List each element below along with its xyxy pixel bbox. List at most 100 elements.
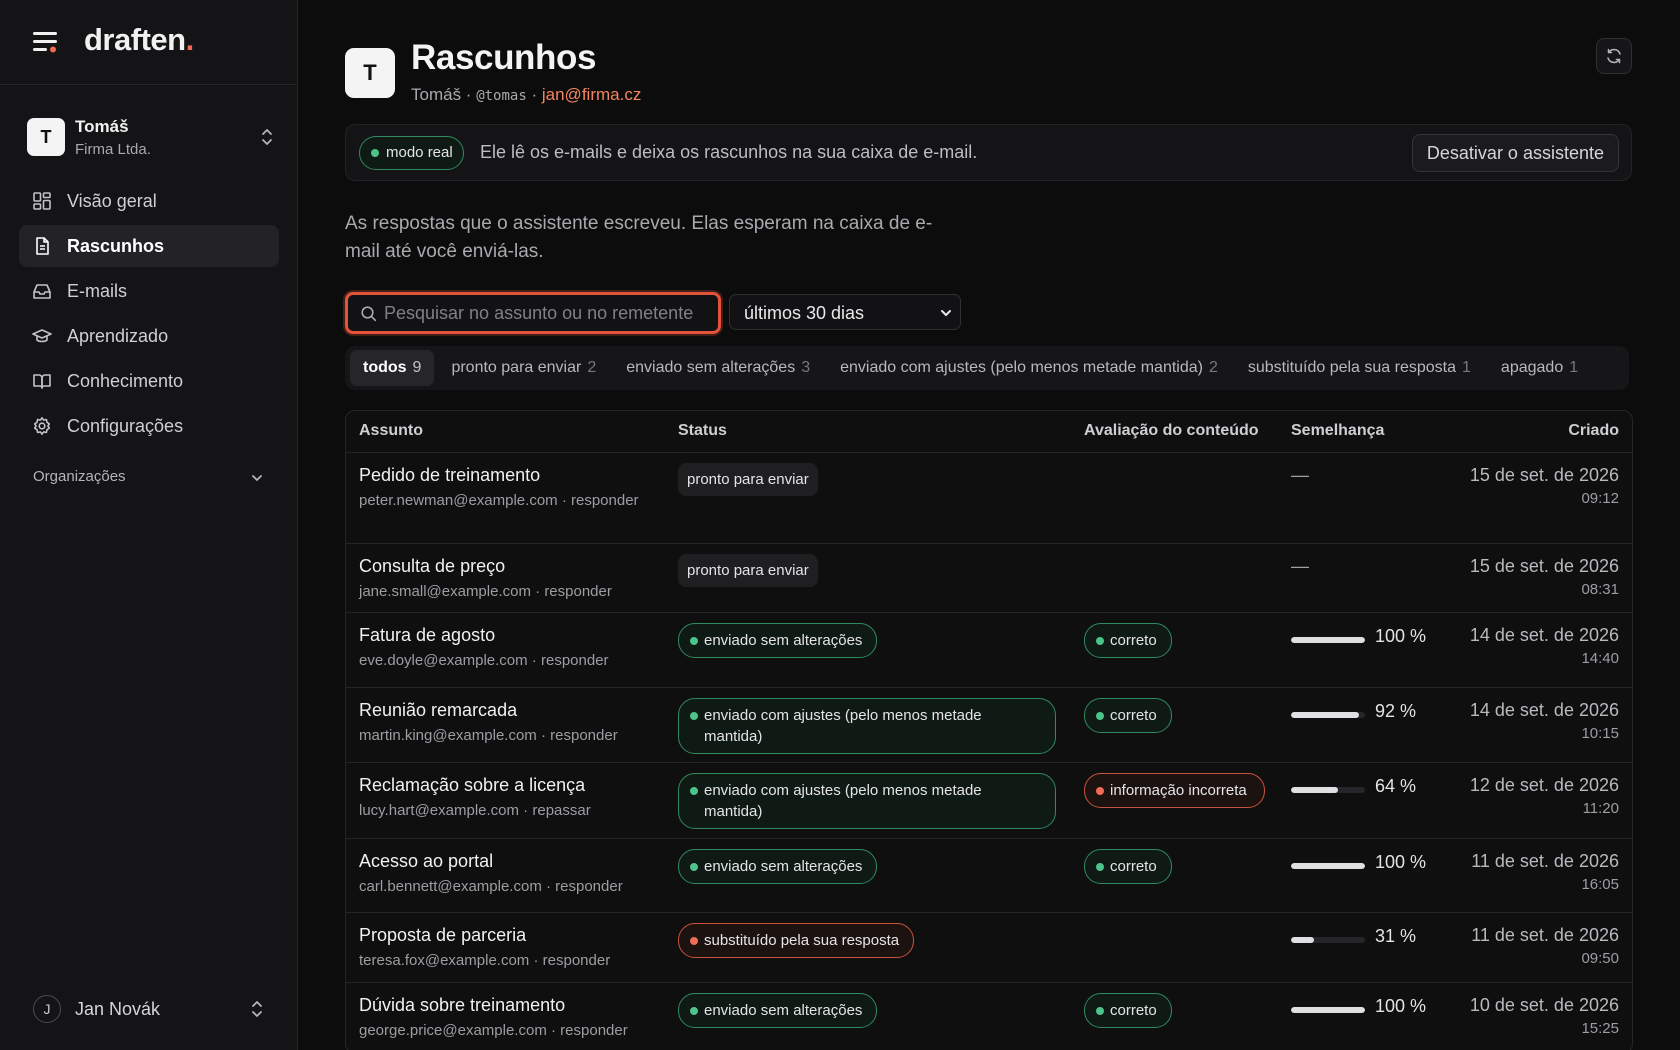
refresh-button[interactable] [1596,38,1632,74]
owner-email-link[interactable]: jan@firma.cz [542,85,641,104]
subject-title[interactable]: Dúvida sobre treinamento [359,995,659,1016]
action-type: repassar [532,802,591,819]
table-row[interactable]: Acesso ao portal carl.bennett@example.com… [346,839,1632,913]
status-badge: enviado sem alterações [678,849,878,884]
status-cell: enviado com ajustes (pelo menos metade m… [678,773,1058,829]
created-cell: 12 de set. de 2026 11:20 [1470,775,1619,817]
sidebar-item-e-mails[interactable]: E-mails [19,270,279,312]
status-badge: substituído pela sua resposta [678,923,915,958]
table-row[interactable]: Reunião remarcada martin.king@example.com… [346,688,1632,763]
created-date: 10 de set. de 2026 [1469,995,1619,1015]
created-cell: 14 de set. de 2026 14:40 [1470,625,1619,667]
subject-title[interactable]: Acesso ao portal [359,851,659,872]
filter-apagado[interactable]: apagado 1 [1488,350,1591,386]
similarity-value: 31 % [1375,926,1417,946]
similarity-cell: — [1291,465,1431,505]
column-header-created[interactable]: Criado [1568,422,1619,440]
table-row[interactable]: Fatura de agosto eve.doyle@example.com · … [346,613,1632,688]
subject-title[interactable]: Consulta de preço [359,556,659,577]
sidebar: draften. T Tomáš Firma Ltda. Visão geral… [0,0,298,1050]
chevron-down-icon [941,310,951,316]
table-row[interactable]: Proposta de parceria teresa.fox@example.c… [346,913,1632,983]
search-input[interactable] [384,295,714,331]
action-type: responder [555,878,623,895]
subject-cell: Reunião remarcada martin.king@example.com… [359,700,659,747]
brand-logo[interactable]: draften. [84,22,194,58]
brand-row: draften. [0,0,297,85]
column-header-evaluation[interactable]: Avaliação do conteúdo [1084,422,1259,440]
subject-meta: carl.bennett@example.com · responder [359,878,623,895]
sender-email: jane.small@example.com [359,583,531,600]
date-range-select[interactable]: últimos 30 dias [729,294,961,330]
similarity-cell: — [1291,556,1431,596]
subject-title[interactable]: Reunião remarcada [359,700,659,721]
menu-icon[interactable] [33,31,59,53]
status-badge: enviado sem alterações [678,993,878,1028]
column-header-subject[interactable]: Assunto [359,422,423,440]
sender-email: carl.bennett@example.com [359,878,542,895]
created-time: 11:20 [1582,800,1619,817]
created-date: 12 de set. de 2026 [1469,775,1619,795]
assistant-mode-banner: modo real Ele lê os e-mails e deixa os r… [345,124,1632,181]
sidebar-item-visao-geral[interactable]: Visão geral [19,180,279,222]
grid-icon [33,192,51,210]
created-cell: 11 de set. de 2026 16:05 [1471,851,1619,893]
similarity-bar [1291,863,1365,869]
filter-enviado-com-ajustes[interactable]: enviado com ajustes (pelo menos metade m… [827,350,1231,386]
sender-email: teresa.fox@example.com [359,952,530,969]
owner-handle: @tomas [476,88,527,104]
table-row[interactable]: Dúvida sobre treinamento george.price@exa… [346,983,1632,1050]
sender-email: george.price@example.com [359,1022,547,1039]
column-header-status[interactable]: Status [678,422,727,440]
chevron-up-down-icon [249,999,265,1019]
subject-title[interactable]: Pedido de treinamento [359,465,659,486]
workspace-switcher[interactable]: T Tomáš Firma Ltda. [27,116,275,162]
gear-icon [33,417,51,435]
column-header-similarity[interactable]: Semelhança [1291,422,1384,440]
sidebar-item-configuracoes[interactable]: Configurações [19,405,279,447]
status-badge: enviado com ajustes (pelo menos metade m… [678,698,1056,754]
mode-badge: modo real [359,136,464,170]
created-cell: 10 de set. de 2026 15:25 [1470,995,1619,1037]
sidebar-item-conhecimento[interactable]: Conhecimento [19,360,279,402]
workspace-org: Firma Ltda. [75,141,151,158]
table-row[interactable]: Consulta de preço jane.small@example.com … [346,544,1632,613]
document-icon [36,237,49,255]
subject-title[interactable]: Reclamação sobre a licença [359,775,659,796]
user-menu[interactable]: J Jan Novák [33,994,265,1024]
subject-meta: eve.doyle@example.com · responder [359,652,609,669]
table-row[interactable]: Pedido de treinamento peter.newman@exampl… [346,453,1632,544]
table-body: Pedido de treinamento peter.newman@exampl… [346,453,1632,1050]
sidebar-item-rascunhos[interactable]: Rascunhos [19,225,279,267]
sidebar-item-label: Rascunhos [67,235,165,256]
search-field[interactable] [345,292,721,334]
evaluation-cell: correto [1084,698,1270,733]
deactivate-assistant-button[interactable]: Desativar o assistente [1411,134,1619,172]
organizations-toggle[interactable]: Organizações [33,468,265,485]
status-badge: pronto para enviar [678,554,818,587]
avatar: J [33,995,61,1023]
evaluation-cell: informação incorreta [1084,773,1270,808]
banner-text: Ele lê os e-mails e deixa os rascunhos n… [480,142,978,162]
created-cell: 11 de set. de 2026 09:50 [1471,925,1619,967]
user-name: Jan Novák [75,999,161,1019]
date-range-value: últimos 30 dias [744,303,865,323]
created-date: 11 de set. de 2026 [1471,851,1619,871]
sender-email: martin.king@example.com [359,727,537,744]
table-row[interactable]: Reclamação sobre a licença lucy.hart@exam… [346,763,1632,839]
workspace-name: Tomáš [75,117,129,136]
chevron-up-down-icon [259,127,275,147]
filter-pronto-para-enviar[interactable]: pronto para enviar 2 [438,350,609,386]
filter-enviado-sem-alteracoes[interactable]: enviado sem alterações 3 [613,350,823,386]
sidebar-item-label: Aprendizado [67,325,169,346]
created-time: 15:25 [1581,1020,1619,1037]
created-date: 14 de set. de 2026 [1469,700,1619,720]
similarity-cell: 64 % [1291,775,1431,815]
inbox-icon [33,284,51,299]
filter-substituido[interactable]: substituído pela sua resposta 1 [1235,350,1484,386]
action-type: responder [560,1022,628,1039]
subject-title[interactable]: Proposta de parceria [359,925,659,946]
subject-title[interactable]: Fatura de agosto [359,625,659,646]
filter-todos[interactable]: todos 9 [350,350,435,386]
sidebar-item-aprendizado[interactable]: Aprendizado [19,315,279,357]
